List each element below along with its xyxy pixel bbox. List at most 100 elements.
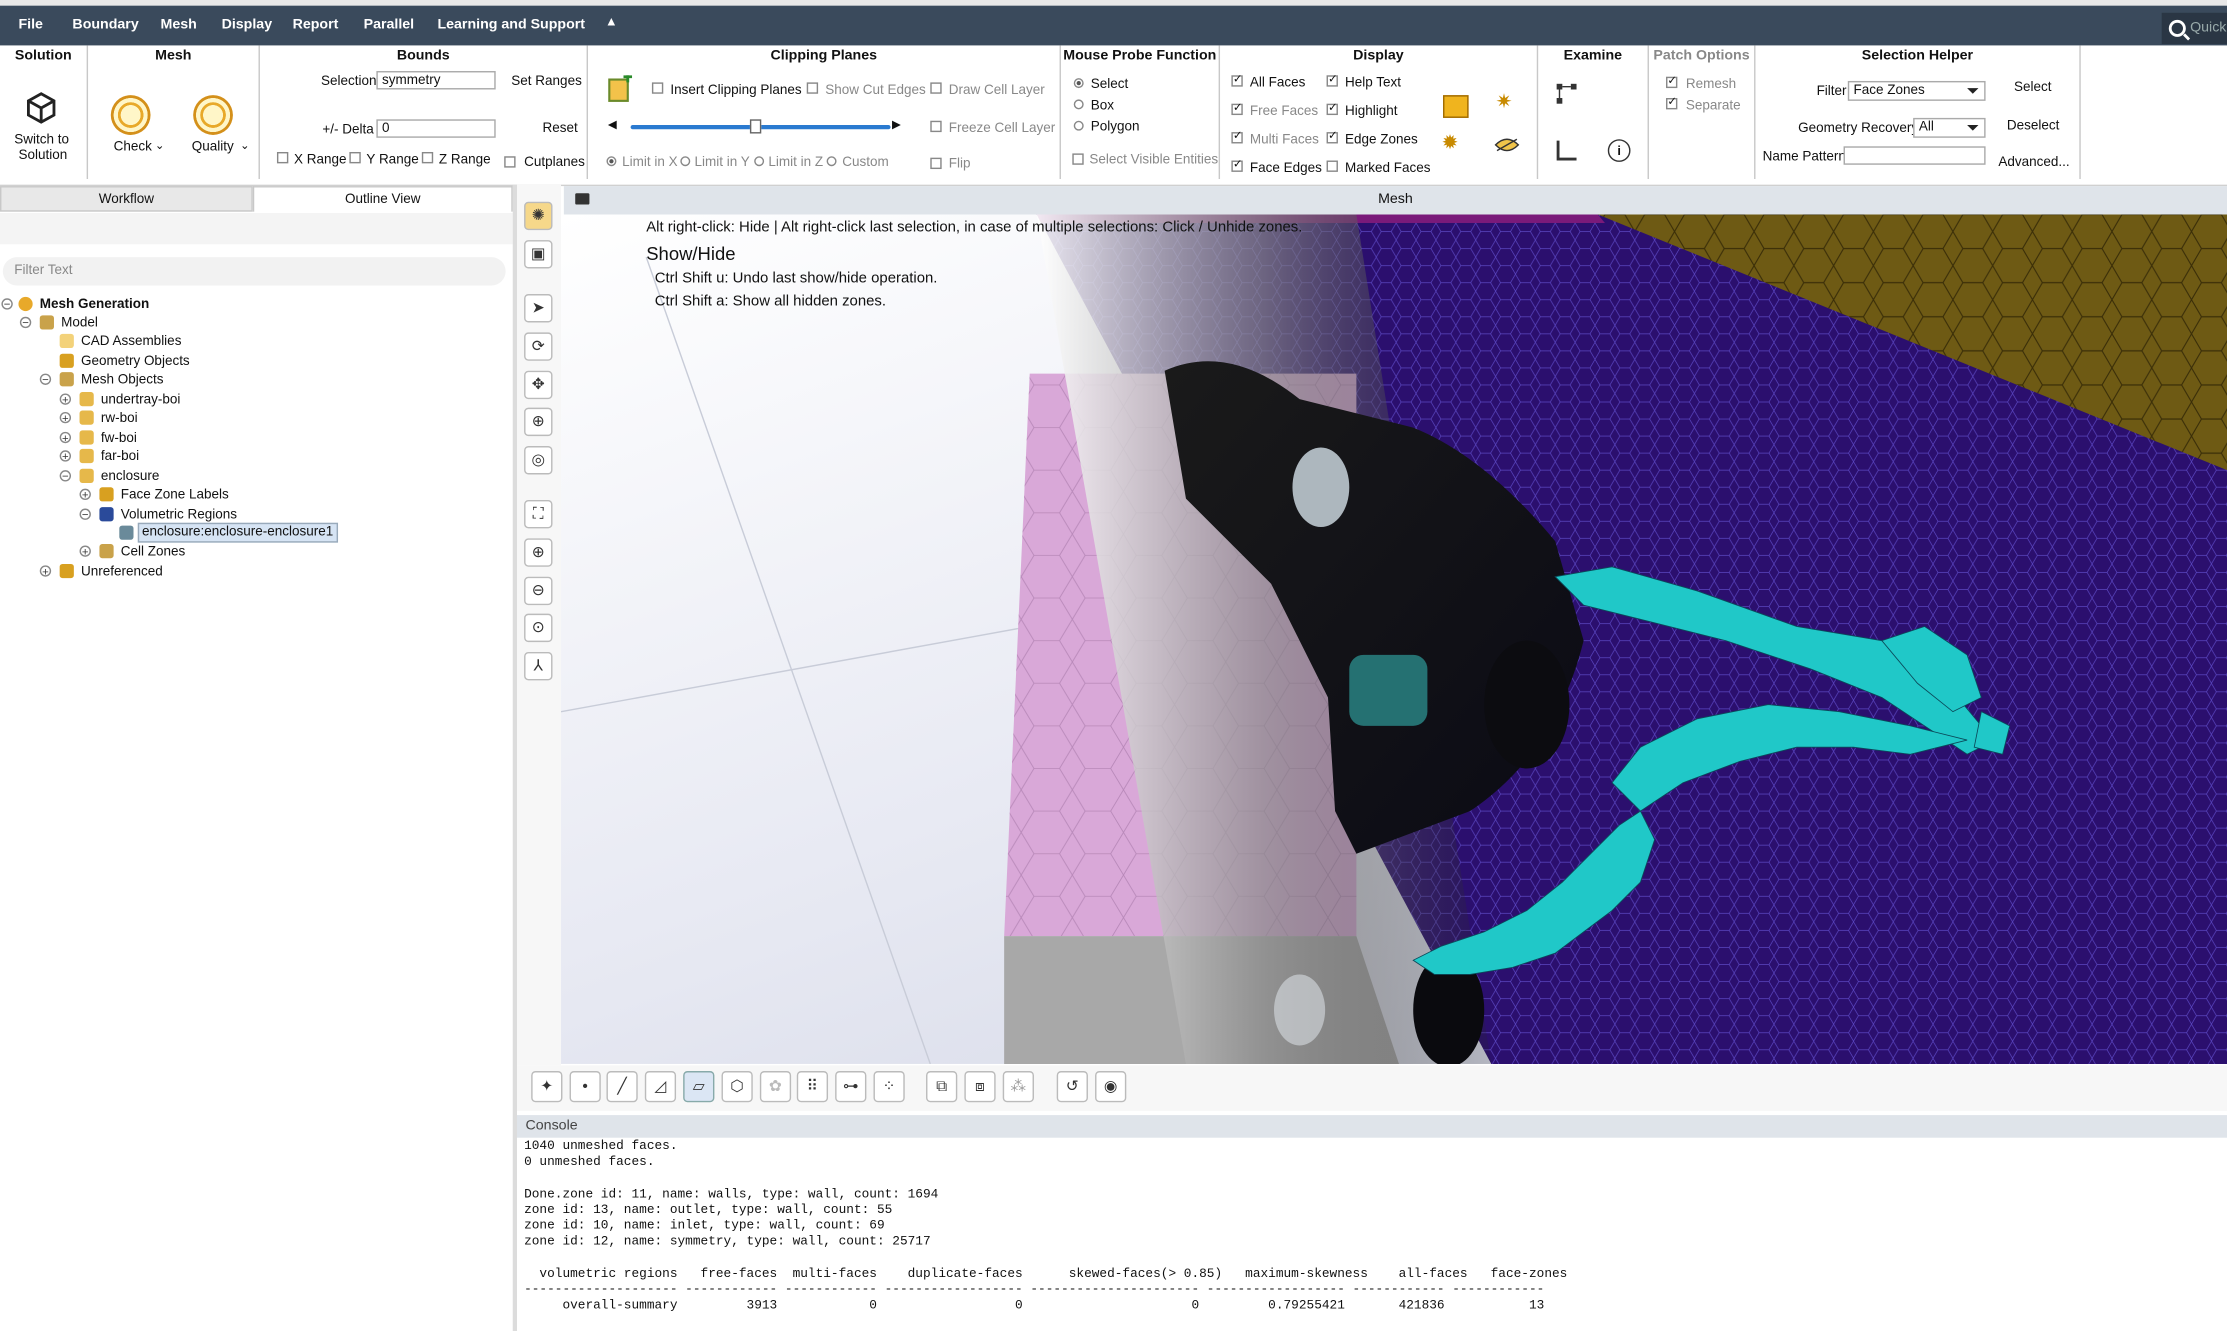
reset-button[interactable]: Reset — [543, 121, 578, 137]
highlight-checkbox[interactable] — [1326, 103, 1338, 116]
filter-dropdown[interactable]: Face Zones — [1847, 80, 1986, 101]
tree-fw-boi[interactable]: fw-boi — [101, 429, 137, 447]
tree-geometry-objects[interactable]: Geometry Objects — [81, 352, 190, 370]
tab-outline-view[interactable]: Outline View — [252, 186, 513, 212]
free-faces-checkbox[interactable] — [1231, 103, 1243, 116]
tree-unreferenced[interactable]: Unreferenced — [81, 563, 163, 581]
undo-icon[interactable]: ↺ — [1056, 1071, 1088, 1103]
expand-icon[interactable]: + — [79, 545, 91, 558]
zone-filter-icon[interactable]: ▱ — [683, 1071, 715, 1103]
check-dropdown-icon[interactable]: ⌄ — [155, 139, 165, 152]
tree-rw-boi[interactable]: rw-boi — [101, 409, 138, 427]
tree-cell-zones[interactable]: Cell Zones — [121, 543, 186, 561]
face-filter-icon[interactable]: ◿ — [644, 1071, 677, 1103]
limit-z-radio[interactable] — [754, 156, 765, 167]
multi-faces-checkbox[interactable] — [1231, 132, 1243, 144]
probe-select-radio[interactable] — [1073, 78, 1084, 89]
edge-zone-icon[interactable]: ⊶ — [835, 1071, 867, 1103]
zoom-box-icon[interactable]: ◎ — [524, 446, 553, 475]
remesh-checkbox[interactable] — [1666, 76, 1678, 89]
tree-undertray-boi[interactable]: undertray-boi — [101, 391, 181, 409]
flip-checkbox[interactable] — [930, 157, 942, 170]
view-eye-icon[interactable] — [1494, 136, 1520, 153]
delta-input[interactable]: 0 — [376, 119, 496, 138]
face-edges-checkbox[interactable] — [1231, 160, 1243, 172]
menu-parallel[interactable]: Parallel — [364, 17, 415, 33]
slider-right-arrow-icon[interactable]: ▶ — [892, 118, 901, 131]
quick-search-input[interactable]: Quick S — [2161, 12, 2227, 45]
object-filter-icon[interactable]: ✿ — [759, 1071, 792, 1103]
display-mesh-icon[interactable]: ✺ — [524, 201, 553, 231]
tree-enclosure[interactable]: enclosure — [101, 467, 160, 485]
set-ranges-button[interactable]: Set Ranges — [511, 74, 582, 90]
show-cut-edges-checkbox[interactable] — [806, 82, 819, 94]
draw-cell-layer-checkbox[interactable] — [930, 82, 942, 94]
quality-dropdown-icon[interactable]: ⌄ — [240, 139, 250, 152]
zoom-out-icon[interactable]: ⊖ — [524, 576, 553, 606]
selection-input[interactable]: symmetry — [376, 71, 496, 90]
node-filter-icon[interactable]: • — [569, 1071, 601, 1103]
y-range-checkbox[interactable] — [349, 151, 361, 164]
expand-icon[interactable]: + — [59, 450, 72, 462]
viewport-menu-icon[interactable] — [575, 193, 590, 205]
zone-type-icon[interactable]: ⠿ — [796, 1071, 829, 1103]
pan-icon[interactable]: ✥ — [524, 370, 553, 400]
all-faces-checkbox[interactable] — [1231, 75, 1243, 87]
switch-to-solution-button[interactable]: Switch to — [14, 132, 69, 148]
expand-icon[interactable]: + — [59, 393, 72, 406]
name-pattern-input[interactable] — [1843, 146, 1986, 165]
edge-zones-checkbox[interactable] — [1326, 132, 1338, 144]
tree-enclosure-region-selected[interactable]: enclosure:enclosure-enclosure1 — [137, 522, 338, 543]
help-text-checkbox[interactable] — [1326, 75, 1338, 87]
position-icon[interactable]: ⁘ — [873, 1071, 905, 1103]
select-button[interactable]: Select — [2014, 80, 2052, 96]
tree-face-zone-labels[interactable]: Face Zone Labels — [121, 486, 229, 504]
select-visible-checkbox[interactable] — [1072, 153, 1084, 165]
filter-text-input[interactable]: Filter Text — [2, 257, 506, 286]
tree-mesh-objects[interactable]: Mesh Objects — [81, 371, 163, 389]
slider-left-arrow-icon[interactable]: ◀ — [608, 118, 617, 131]
x-range-checkbox[interactable] — [276, 151, 289, 164]
rotate-icon[interactable]: ⟳ — [524, 332, 553, 361]
select-mode-icon[interactable]: ✦ — [531, 1071, 563, 1103]
insert-clipping-checkbox[interactable] — [651, 82, 664, 94]
custom-radio[interactable] — [826, 156, 837, 167]
zoom-in-out-icon[interactable]: ⊕ — [524, 407, 553, 437]
select-pointer-icon[interactable]: ➤ — [524, 294, 553, 323]
visibility-icon[interactable]: ◉ — [1095, 1071, 1127, 1103]
collapse-icon[interactable]: − — [59, 470, 72, 482]
cutplanes-checkbox[interactable] — [504, 156, 516, 168]
menu-boundary[interactable]: Boundary — [72, 17, 138, 33]
tab-workflow[interactable]: Workflow — [0, 186, 253, 212]
cell-filter-icon[interactable]: ⬡ — [721, 1071, 753, 1103]
expand-icon[interactable]: + — [59, 431, 72, 444]
region-filter-icon[interactable]: ⧈ — [964, 1071, 996, 1103]
tree-model[interactable]: Model — [61, 314, 98, 332]
freeze-cell-layer-checkbox[interactable] — [930, 120, 942, 133]
menu-learning-support[interactable]: Learning and Support — [437, 17, 585, 33]
clipping-plane-icon[interactable] — [608, 75, 634, 103]
tree-far-boi[interactable]: far-boi — [101, 447, 139, 465]
graphics-viewport[interactable]: Alt right-click: Hide | Alt right-click … — [561, 214, 2227, 1064]
collapse-icon[interactable]: − — [19, 316, 32, 329]
geometry-recovery-dropdown[interactable]: All — [1913, 117, 1986, 138]
check-button[interactable]: Check — [114, 139, 152, 155]
menu-report[interactable]: Report — [293, 17, 339, 33]
z-range-checkbox[interactable] — [421, 151, 434, 164]
display-faces-icon[interactable] — [1443, 95, 1469, 118]
fit-window-icon[interactable]: ⛶ — [524, 500, 553, 529]
expand-icon[interactable]: + — [79, 488, 91, 501]
probe-polygon-radio[interactable] — [1073, 120, 1084, 131]
limit-y-radio[interactable] — [680, 156, 691, 167]
tree-cad-assemblies[interactable]: CAD Assemblies — [81, 332, 181, 350]
measure-icon[interactable] — [1555, 139, 1578, 162]
label-filter-icon[interactable]: ⧉ — [926, 1071, 958, 1103]
collapse-icon[interactable]: − — [39, 373, 52, 386]
quality-button[interactable]: Quality — [192, 139, 234, 155]
advanced-button[interactable]: Advanced... — [1998, 155, 2069, 171]
console-output[interactable]: 1040 unmeshed faces. 0 unmeshed faces. D… — [516, 1137, 2227, 1331]
connectivity-icon[interactable] — [1555, 82, 1578, 105]
marked-faces-checkbox[interactable] — [1326, 160, 1338, 172]
gear-icon[interactable]: ✹ — [1442, 131, 1459, 155]
zoom-in-icon[interactable]: ⊕ — [524, 538, 553, 567]
